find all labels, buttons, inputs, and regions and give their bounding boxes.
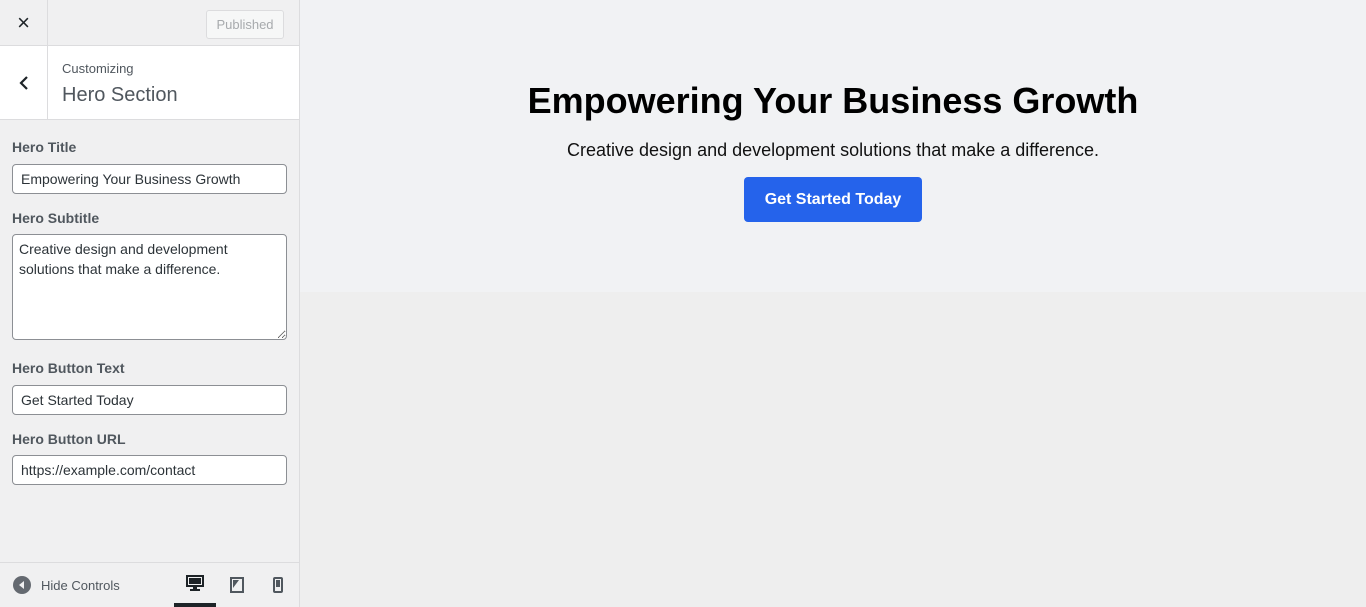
customizer-sidebar: × Published Customizing Hero Section Her… bbox=[0, 0, 300, 607]
hero-title-input[interactable] bbox=[12, 164, 287, 194]
close-icon: × bbox=[17, 9, 30, 35]
tablet-icon bbox=[230, 577, 244, 593]
hero-cta-button[interactable]: Get Started Today bbox=[744, 177, 922, 222]
hero-button-text-label: Hero Button Text bbox=[12, 360, 125, 376]
mobile-icon bbox=[273, 577, 283, 593]
hero-title-label: Hero Title bbox=[12, 139, 77, 155]
desktop-icon bbox=[186, 575, 204, 591]
hide-controls-button[interactable]: Hide Controls bbox=[13, 576, 120, 594]
customizing-label: Customizing bbox=[62, 61, 134, 76]
chevron-left-icon bbox=[18, 75, 28, 90]
hero-section: Empowering Your Business Growth Creative… bbox=[300, 0, 1366, 292]
preview-desktop-button[interactable] bbox=[174, 563, 216, 607]
hero-title: Empowering Your Business Growth bbox=[527, 80, 1139, 121]
preview-tablet-button[interactable] bbox=[216, 563, 258, 607]
back-button[interactable] bbox=[0, 46, 48, 119]
collapse-arrow-icon bbox=[13, 576, 31, 594]
hero-subtitle-textarea[interactable]: Creative design and development solution… bbox=[12, 234, 287, 340]
customizer-footer: Hide Controls bbox=[0, 562, 299, 607]
section-header: Customizing Hero Section bbox=[0, 46, 299, 120]
hero-subtitle-label: Hero Subtitle bbox=[12, 210, 100, 226]
hide-controls-label: Hide Controls bbox=[41, 577, 120, 593]
hero-button-url-label: Hero Button URL bbox=[12, 431, 126, 447]
hero-subtitle: Creative design and development solution… bbox=[567, 140, 1099, 160]
section-title: Hero Section bbox=[62, 84, 178, 106]
hero-button-text-input[interactable] bbox=[12, 385, 287, 415]
close-customizer-button[interactable]: × bbox=[0, 0, 48, 45]
hero-button-url-input[interactable] bbox=[12, 455, 287, 485]
customizer-header: × Published bbox=[0, 0, 299, 46]
site-preview: Empowering Your Business Growth Creative… bbox=[300, 0, 1366, 607]
preview-mobile-button[interactable] bbox=[257, 563, 299, 607]
published-button[interactable]: Published bbox=[206, 10, 284, 39]
